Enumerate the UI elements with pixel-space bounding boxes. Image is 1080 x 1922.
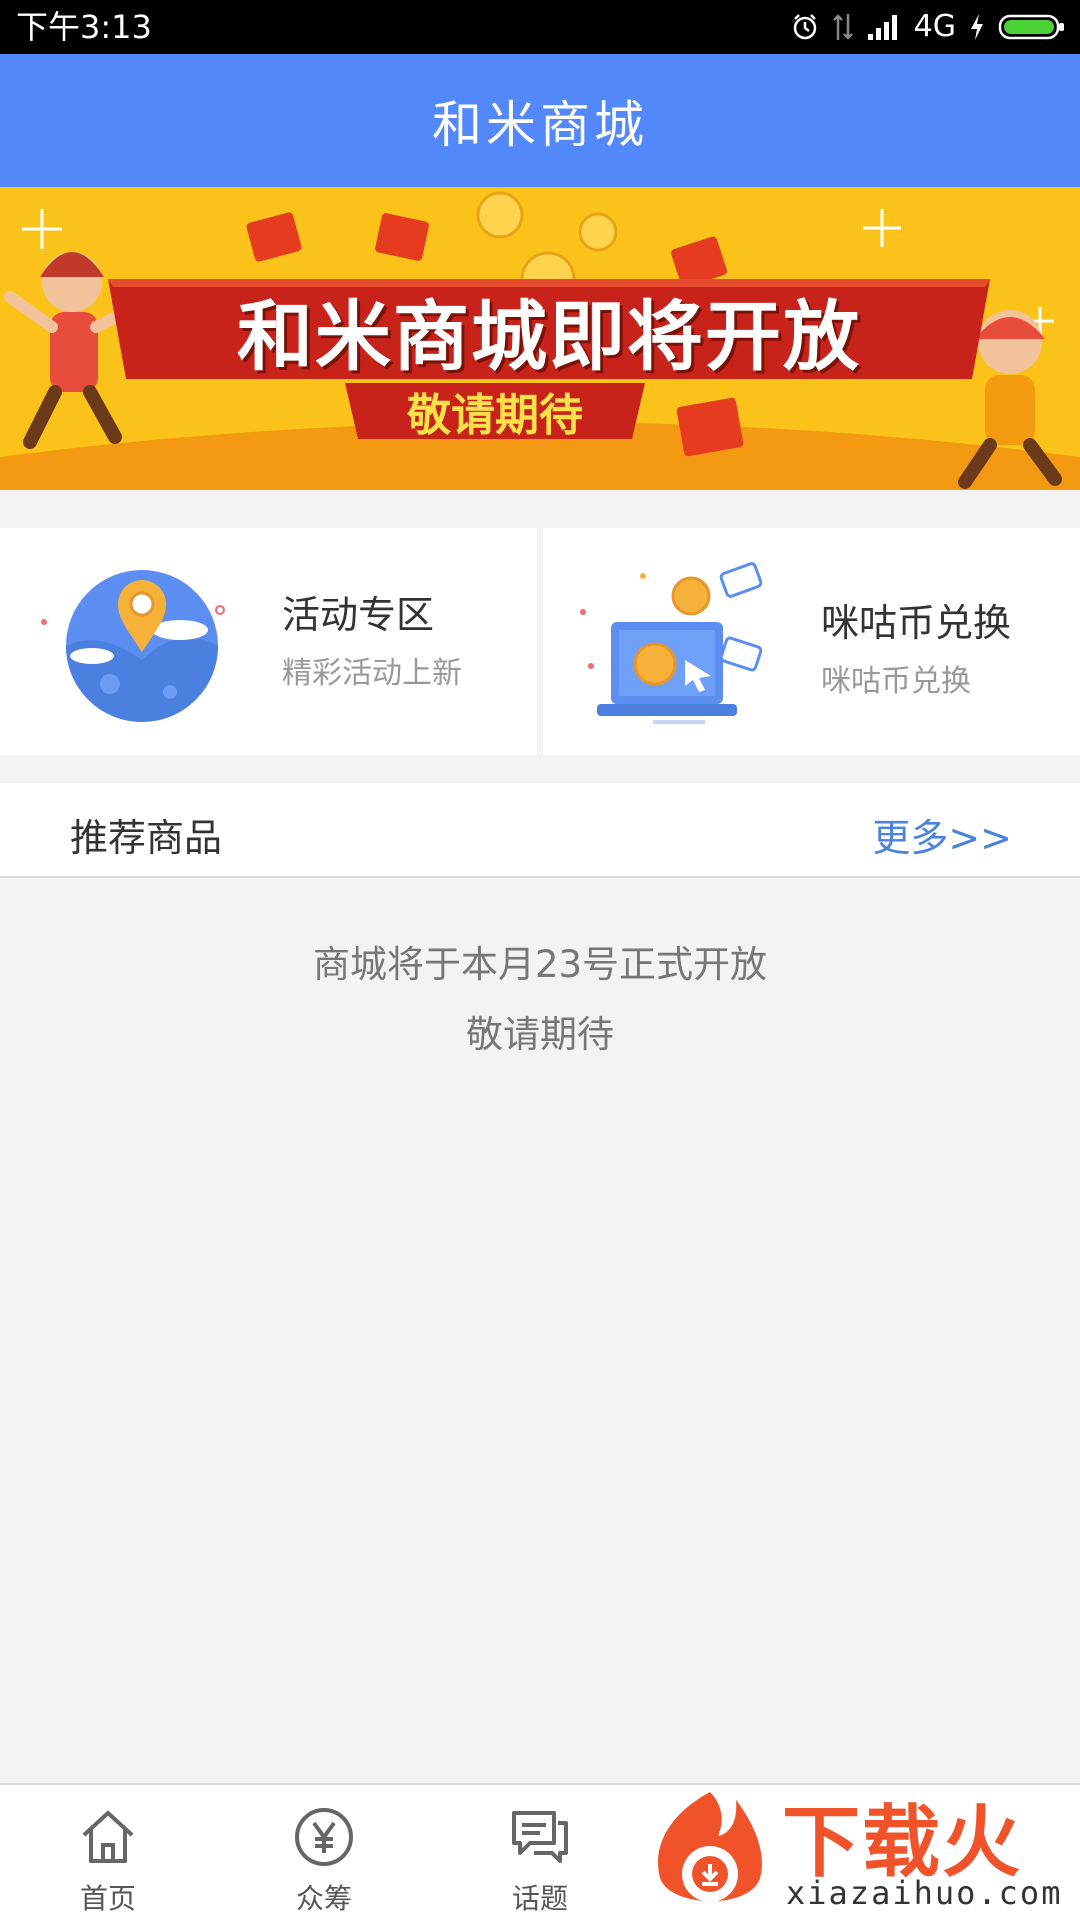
- status-icons: 4G: [790, 8, 1066, 46]
- notice-line-1: 商城将于本月23号正式开放: [312, 943, 768, 986]
- feature-title: 活动专区: [282, 593, 435, 637]
- nav-item-home[interactable]: 首页: [0, 1785, 216, 1922]
- feature-card-coin-exchange[interactable]: 咪咕币兑换 咪咕币兑换: [543, 528, 1080, 755]
- banner-headline: 和米商城即将开放: [237, 292, 861, 381]
- location-pin-globe-icon: [41, 570, 225, 722]
- feature-subtitle: 咪咕币兑换: [821, 664, 971, 699]
- feature-card-activities[interactable]: 活动专区 精彩活动上新: [0, 528, 537, 755]
- status-bar: 下午3:13 4G: [0, 0, 1080, 54]
- yuan-circle-icon: [295, 1808, 353, 1866]
- nav-label: 首页: [79, 1882, 136, 1915]
- coin-exchange-icon: [580, 562, 763, 724]
- feature-subtitle: 精彩活动上新: [282, 656, 462, 691]
- nav-item-crowdfunding[interactable]: 众筹: [216, 1785, 432, 1922]
- opening-notice: 商城将于本月23号正式开放 敬请期待: [0, 930, 1080, 1070]
- feature-title: 咪咕币兑换: [821, 601, 1012, 645]
- banner-subline: 敬请期待: [407, 390, 583, 441]
- alarm-icon: [793, 14, 816, 40]
- watermark: 下载火 xiazaihuo.com: [640, 1778, 1080, 1920]
- chat-bubbles-icon: [512, 1811, 568, 1863]
- feature-cards: 活动专区 精彩活动上新 咪咕币兑换 咪咕币兑换: [0, 528, 1080, 755]
- nav-label: 众筹: [295, 1882, 352, 1915]
- watermark-logo-icon: [658, 1792, 762, 1902]
- more-link[interactable]: 更多>>: [872, 807, 1012, 862]
- data-arrows-icon: [832, 14, 853, 40]
- page-title: 和米商城: [432, 95, 648, 154]
- charging-icon: [971, 14, 983, 40]
- recommend-section-header: 推荐商品 更多>>: [0, 783, 1080, 878]
- promo-banner[interactable]: 和米商城即将开放 敬请期待: [0, 187, 1080, 490]
- network-type: 4G: [913, 9, 956, 44]
- section-title: 推荐商品: [70, 816, 223, 860]
- nav-label: 话题: [511, 1882, 568, 1915]
- app-header: 和米商城: [0, 54, 1080, 187]
- watermark-url: xiazaihuo.com: [786, 1874, 1063, 1912]
- status-time: 下午3:13: [16, 8, 152, 46]
- home-icon: [82, 1811, 134, 1863]
- signal-icon: [867, 15, 897, 40]
- battery-icon: [998, 14, 1064, 40]
- nav-item-topics[interactable]: 话题: [432, 1785, 648, 1922]
- notice-line-2: 敬请期待: [466, 1013, 614, 1056]
